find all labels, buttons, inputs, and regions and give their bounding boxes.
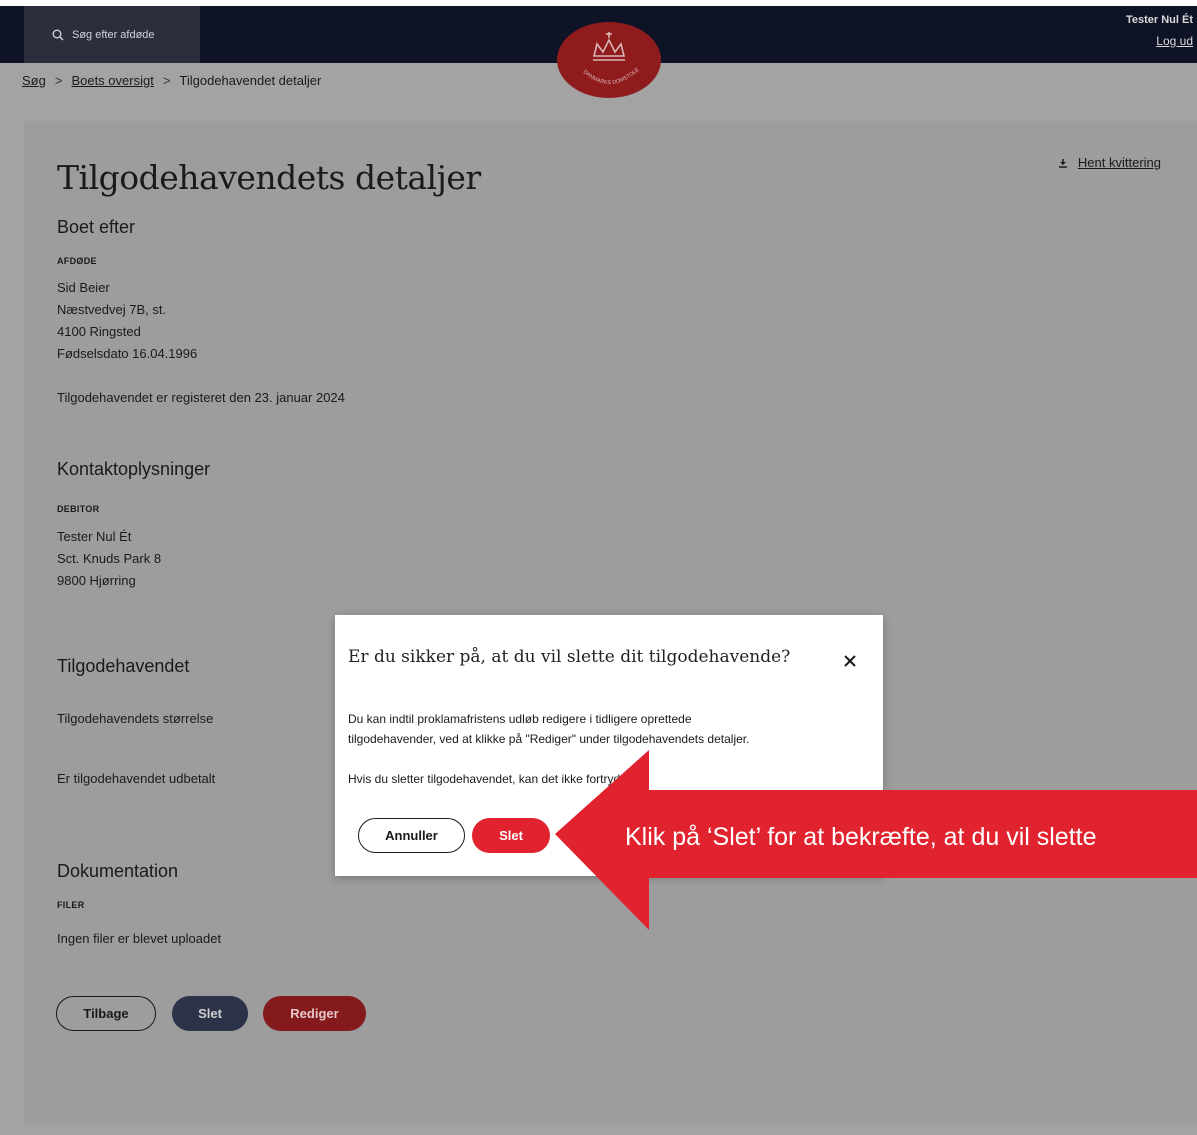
close-icon[interactable] — [840, 651, 860, 671]
crown-icon — [592, 32, 626, 61]
claim-heading: Tilgodehavendet — [57, 656, 190, 676]
edit-button[interactable]: Rediger — [263, 996, 366, 1031]
back-button[interactable]: Tilbage — [56, 996, 156, 1031]
debtor-name: Tester Nul Ét — [57, 529, 132, 544]
claim-paid-label: Er tilgodehavendet udbetalt — [57, 771, 216, 786]
estate-heading: Boet efter — [57, 217, 136, 237]
breadcrumb: Søg > Boets oversigt > Tilgodehavendet d… — [22, 73, 321, 88]
confirm-delete-button[interactable]: Slet — [472, 818, 550, 853]
cancel-button[interactable]: Annuller — [358, 818, 465, 853]
breadcrumb-estate-overview[interactable]: Boets oversigt — [71, 73, 153, 88]
breadcrumb-separator: > — [162, 73, 171, 88]
dialog-title: Er du sikker på, at du vil slette dit ti… — [348, 647, 791, 667]
deceased-birthdate: Fødselsdato 16.04.1996 — [57, 346, 198, 361]
debtor-label: DEBITOR — [57, 504, 100, 514]
deceased-name: Sid Beier — [57, 280, 110, 295]
confirm-delete-dialog: Er du sikker på, at du vil slette dit ti… — [335, 615, 883, 876]
deceased-city: 4100 Ringsted — [57, 324, 141, 339]
claim-size-label: Tilgodehavendets størrelse — [57, 711, 214, 726]
search-button[interactable]: Søg efter afdøde — [24, 6, 200, 63]
registration-date: Tilgodehavendet er registeret den 23. ja… — [57, 390, 345, 405]
page-title: Tilgodehavendets detaljer — [57, 158, 481, 197]
dialog-warning-line: Hvis du sletter tilgodehavendet, kan det… — [348, 772, 637, 786]
download-icon — [1058, 158, 1067, 168]
documentation-heading: Dokumentation — [57, 861, 179, 881]
files-label: FILER — [57, 900, 85, 910]
dialog-text-line: Du kan indtil proklamafristens udløb red… — [348, 712, 692, 726]
search-icon — [52, 29, 64, 40]
breadcrumb-separator: > — [54, 73, 63, 88]
user-name: Tester Nul Ét — [1125, 14, 1193, 26]
debtor-city: 9800 Hjørring — [57, 573, 136, 588]
delete-button[interactable]: Slet — [172, 996, 248, 1031]
download-receipt-link[interactable]: Hent kvittering — [1058, 155, 1161, 170]
breadcrumb-current: Tilgodehavendet detaljer — [179, 73, 322, 88]
breadcrumb-search[interactable]: Søg — [22, 73, 46, 88]
no-files-text: Ingen filer er blevet uploadet — [57, 931, 222, 946]
contact-heading: Kontaktoplysninger — [57, 459, 211, 479]
deceased-street: Næstvedvej 7B, st. — [57, 302, 167, 317]
svg-text:DANMARKS DOMSTOLE: DANMARKS DOMSTOLE — [582, 67, 641, 86]
logout-link[interactable]: Log ud — [1156, 34, 1193, 48]
debtor-street: Sct. Knuds Park 8 — [57, 551, 162, 566]
search-label: Søg efter afdøde — [72, 28, 155, 41]
logo-text: DANMARKS DOMSTOLE — [582, 67, 641, 86]
download-receipt-label: Hent kvittering — [1077, 155, 1161, 170]
deceased-label: AFDØDE — [57, 256, 97, 266]
dialog-text-line: tilgodehavender, ved at klikke på "Redig… — [348, 732, 750, 746]
domstole-logo: DANMARKS DOMSTOLE — [557, 22, 661, 98]
dialog-body: Du kan indtil proklamafristens udløb red… — [348, 709, 868, 789]
